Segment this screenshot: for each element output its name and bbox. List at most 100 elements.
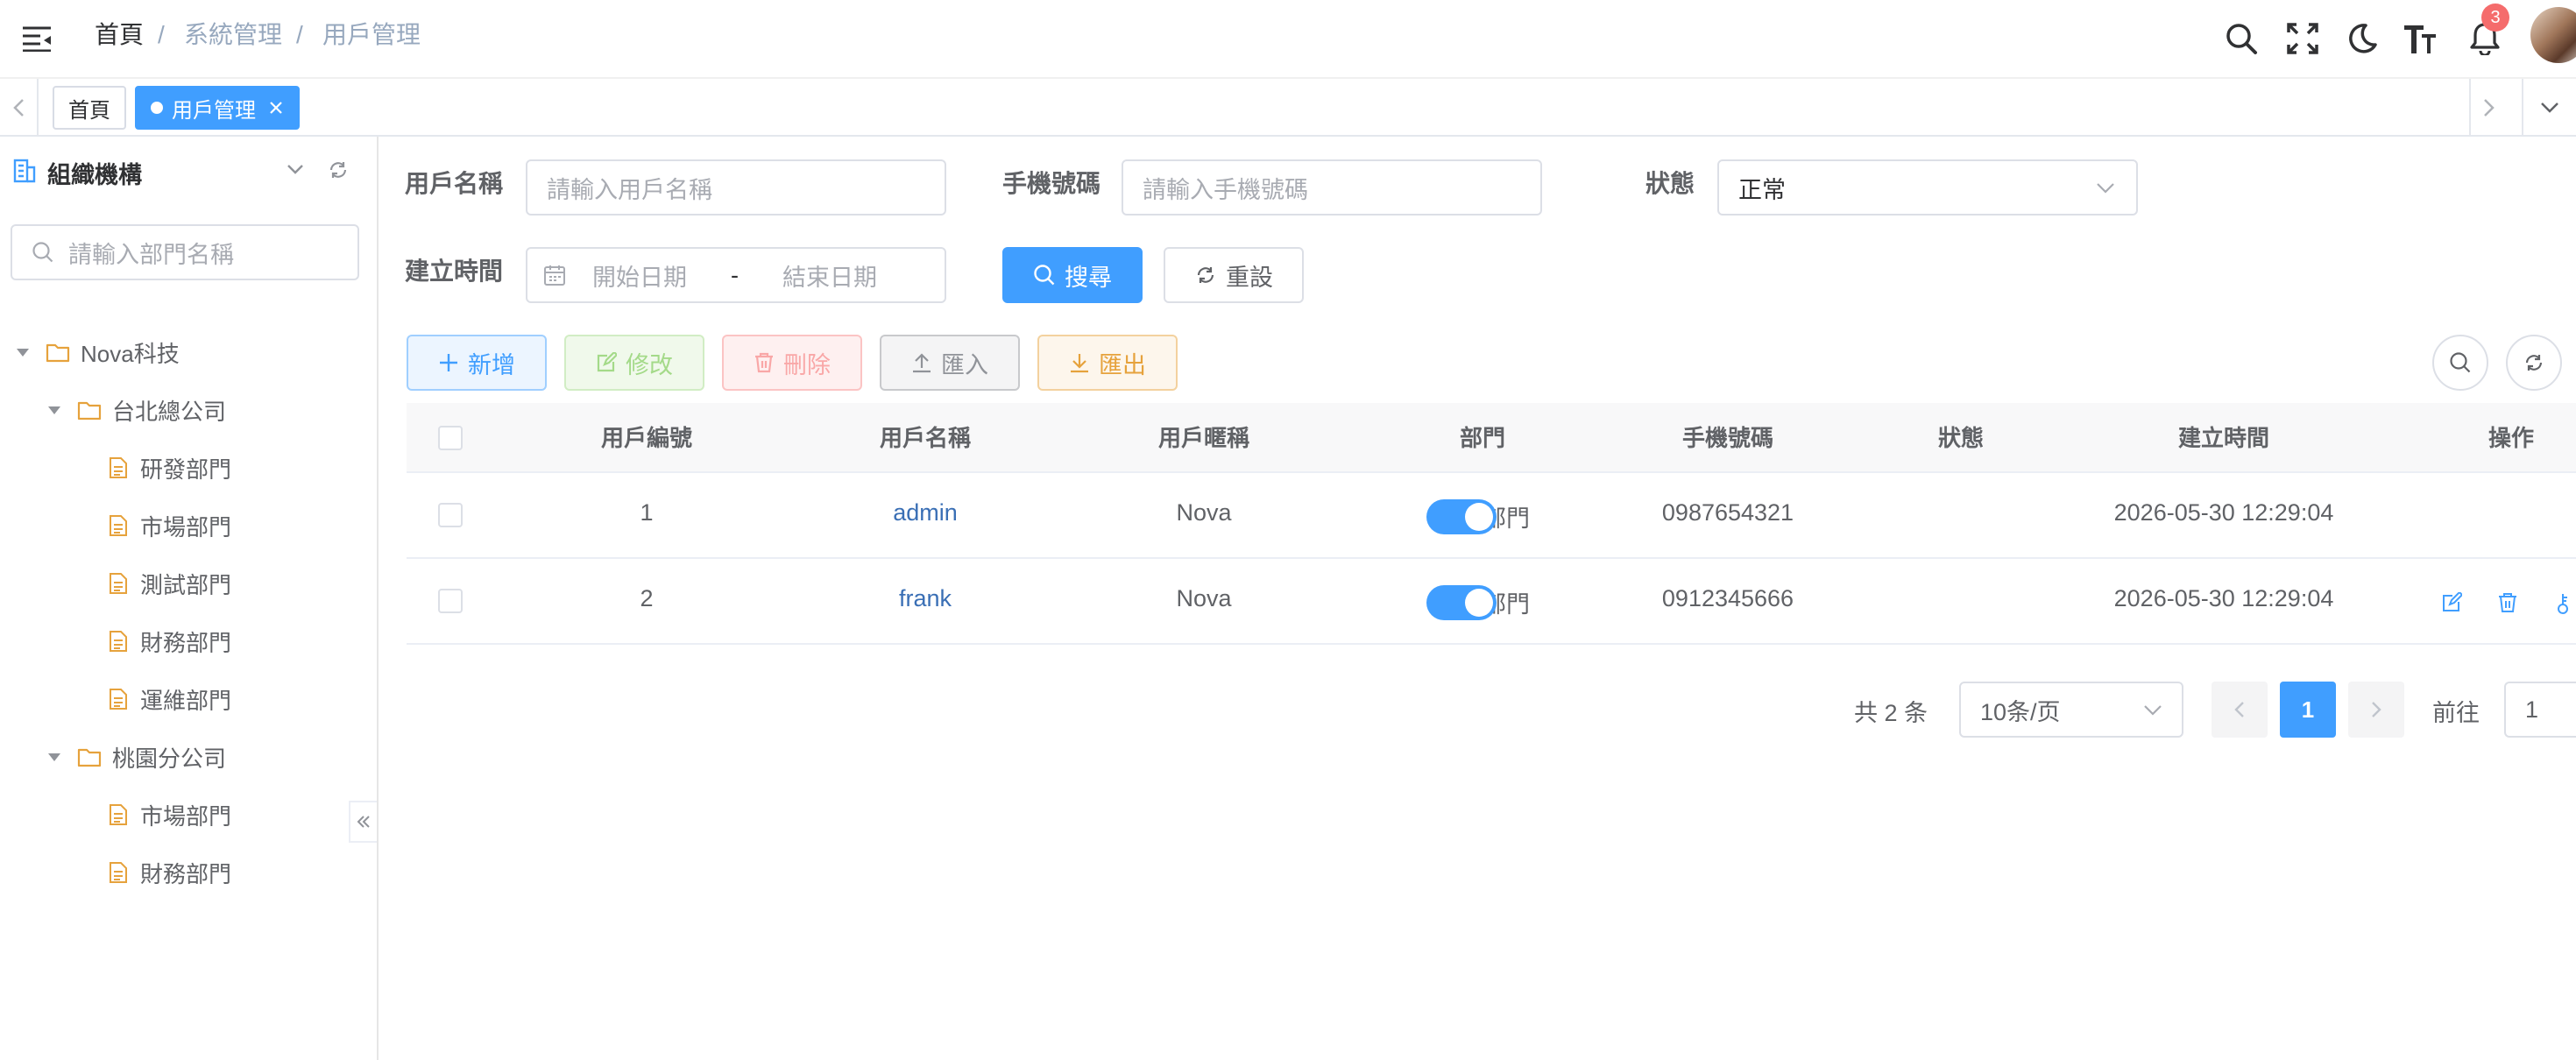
tabs-scroll-right-icon[interactable] [2469, 79, 2508, 137]
search-icon[interactable] [2222, 19, 2261, 58]
tree-node-leaf[interactable]: 財務部門 [109, 848, 231, 897]
row-checkbox[interactable] [438, 503, 463, 527]
tree-node-leaf[interactable]: 研發部門 [109, 443, 231, 492]
avatar[interactable] [2530, 7, 2576, 63]
add-button[interactable]: 新增 [407, 335, 547, 391]
table-header: 用戶編號 用戶名稱 用戶暱稱 部門 手機號碼 狀態 建立時間 操作 [407, 403, 2576, 473]
next-page-icon[interactable] [2348, 682, 2404, 738]
folder-icon [46, 343, 70, 363]
tree-node-leaf[interactable]: 運維部門 [109, 675, 231, 724]
refresh-table-icon[interactable] [2506, 335, 2562, 391]
table-row[interactable]: 2 frank Nova 測試部門 0912345666 2026-05-30 … [407, 559, 2576, 645]
folder-icon [77, 748, 102, 767]
document-icon [110, 573, 127, 594]
refresh-tree-icon[interactable] [328, 159, 349, 180]
menu-fold-icon[interactable] [18, 19, 56, 58]
tree-node-leaf[interactable]: 測試部門 [109, 559, 231, 608]
status-toggle[interactable] [1426, 499, 1497, 534]
date-range-picker[interactable]: 開始日期 - 結束日期 [526, 247, 946, 303]
folder-icon [77, 401, 102, 420]
active-dot-icon [151, 102, 163, 114]
breadcrumb-system[interactable]: 系統管理 [184, 19, 282, 51]
column-header-phone[interactable]: 手機號碼 [1640, 403, 1815, 473]
status-toggle[interactable] [1426, 585, 1497, 620]
breadcrumb-current: 用戶管理 [322, 21, 421, 48]
column-header-dept[interactable]: 部門 [1395, 403, 1570, 473]
font-size-icon[interactable] [2401, 19, 2439, 58]
cell-username-link[interactable]: admin [838, 499, 1013, 526]
refresh-icon [1197, 267, 1214, 283]
start-date-placeholder[interactable]: 開始日期 [592, 258, 687, 293]
row-edit-icon[interactable] [2441, 592, 2462, 613]
tab-home[interactable]: 首頁 [53, 86, 126, 130]
export-button[interactable]: 匯出 [1037, 335, 1178, 391]
phone-filter-input[interactable]: 請輸入手機號碼 [1122, 159, 1542, 216]
column-header-username[interactable]: 用戶名稱 [838, 403, 1013, 473]
tree-node-label: 台北總公司 [112, 398, 227, 425]
row-checkbox[interactable] [438, 589, 463, 613]
collapse-all-chevron-icon[interactable] [286, 163, 305, 175]
row-delete-icon[interactable] [2497, 592, 2518, 613]
column-header-id[interactable]: 用戶編號 [559, 403, 734, 473]
tabs-scroll-left-icon[interactable] [0, 79, 39, 137]
table-row[interactable]: 1 admin Nova 研發部門 0987654321 2026-05-30 … [407, 473, 2576, 559]
tabs-menu-chevron-down-icon[interactable] [2522, 79, 2576, 137]
tree-node-label: 市場部門 [140, 513, 232, 541]
delete-button-label: 刪除 [783, 351, 831, 378]
import-button[interactable]: 匯入 [880, 335, 1020, 391]
search-button-label: 搜尋 [1065, 264, 1112, 291]
tree-node-leaf[interactable]: 財務部門 [109, 617, 231, 666]
tabs-bar: 首頁 用戶管理 [0, 79, 2576, 137]
tree-node-label: 財務部門 [140, 629, 232, 656]
breadcrumb-home[interactable]: 首頁 [95, 19, 144, 51]
column-header-created[interactable]: 建立時間 [2136, 403, 2311, 473]
caret-down-icon [17, 349, 29, 357]
toggle-search-icon[interactable] [2432, 335, 2488, 391]
tree-node-label: 研發部門 [140, 456, 232, 483]
collapse-sidebar-icon[interactable] [349, 801, 377, 843]
row-reset-password-key-icon[interactable] [2553, 592, 2572, 615]
select-all-checkbox[interactable] [438, 426, 463, 450]
tab-user-management[interactable]: 用戶管理 [135, 86, 300, 130]
trash-icon [755, 352, 773, 373]
dept-search-input[interactable]: 請輸入部門名稱 [11, 224, 359, 280]
delete-button[interactable]: 刪除 [722, 335, 862, 391]
column-header-status[interactable]: 狀態 [1873, 403, 2049, 473]
tab-user-management-label: 用戶管理 [172, 98, 256, 123]
breadcrumb-separator: / [158, 21, 165, 48]
caret-down-icon [48, 406, 60, 414]
page-size-select[interactable]: 10条/页 [1959, 682, 2183, 738]
organization-icon [12, 158, 37, 184]
tree-node-label: 測試部門 [140, 571, 232, 598]
page-number-current[interactable]: 1 [2280, 682, 2336, 738]
tab-home-label: 首頁 [68, 98, 110, 123]
end-date-placeholder[interactable]: 結束日期 [782, 258, 877, 293]
dept-search-placeholder: 請輸入部門名稱 [68, 241, 234, 268]
tree-node-branch[interactable]: 桃園分公司 [47, 732, 226, 781]
tree-node-root[interactable]: Nova科技 [16, 328, 180, 377]
document-icon [110, 862, 127, 883]
range-separator: - [731, 261, 739, 288]
cell-username-link[interactable]: frank [838, 585, 1013, 612]
main-content: 用戶名稱 請輸入用戶名稱 手機號碼 請輸入手機號碼 狀態 正常 建立時間 開始日… [379, 137, 2576, 1060]
cell-nickname: Nova [1176, 585, 1232, 611]
prev-page-icon[interactable] [2212, 682, 2268, 738]
goto-page-input[interactable]: 1 [2504, 682, 2576, 738]
cell-id: 2 [640, 585, 654, 611]
status-filter-select[interactable]: 正常 [1717, 159, 2138, 216]
tree-node-branch[interactable]: 台北總公司 [47, 385, 226, 435]
document-icon [110, 689, 127, 710]
tree-node-label: Nova科技 [81, 340, 180, 367]
created-filter-label: 建立時間 [405, 258, 504, 285]
fullscreen-icon[interactable] [2283, 19, 2322, 58]
reset-button[interactable]: 重設 [1164, 247, 1304, 303]
edit-button[interactable]: 修改 [564, 335, 704, 391]
close-icon[interactable] [268, 100, 284, 116]
search-button[interactable]: 搜尋 [1002, 247, 1143, 303]
username-filter-input[interactable]: 請輸入用戶名稱 [526, 159, 946, 216]
tree-node-leaf[interactable]: 市場部門 [109, 501, 231, 550]
tree-node-leaf[interactable]: 市場部門 [109, 790, 231, 839]
column-header-nickname[interactable]: 用戶暱稱 [1116, 403, 1292, 473]
cell-id: 1 [640, 499, 654, 526]
dark-mode-icon[interactable] [2343, 19, 2381, 58]
